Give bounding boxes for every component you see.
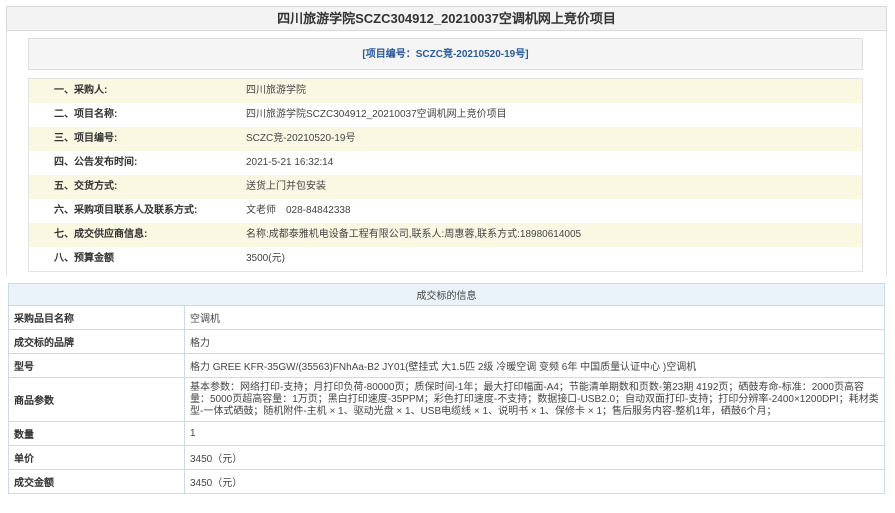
table-row: 型号 格力 GREE KFR-35GW/(35563)FNhAa-B2 JY01… [8, 353, 885, 378]
info-row-contact: 六、采购项目联系人及联系方式: 文老师 028-84842338 [29, 199, 862, 223]
announcement-page: 四川旅游学院SCZC304912_20210037空调机网上竞价项目 [项目编号… [0, 0, 895, 513]
info-row-purchaser: 一、采购人: 四川旅游学院 [29, 79, 862, 103]
table-row: 成交金额 3450（元） [8, 469, 885, 494]
info-value: 3500(元) [246, 253, 285, 264]
row-label: 成交标的品牌 [8, 329, 185, 354]
info-label: 四、公告发布时间: [54, 157, 138, 168]
table-row: 商品参数 基本参数：网络打印-支持；月打印负荷-80000页；质保时间-1年；最… [8, 377, 885, 422]
info-value: 名称:成都泰雅机电设备工程有限公司,联系人:周惠蓉,联系方式:189806140… [246, 229, 582, 240]
info-label: 二、项目名称: [54, 109, 118, 120]
page-title: 四川旅游学院SCZC304912_20210037空调机网上竞价项目 [6, 6, 887, 31]
info-value: SCZC竞-20210520-19号 [246, 133, 356, 144]
info-value: 2021-5-21 16:32:14 [246, 157, 334, 168]
row-label: 商品参数 [8, 377, 185, 422]
row-value: 空调机 [184, 305, 885, 330]
info-row-supplier: 七、成交供应商信息: 名称:成都泰雅机电设备工程有限公司,联系人:周惠蓉,联系方… [29, 223, 862, 247]
table-row: 单价 3450（元） [8, 445, 885, 470]
info-value: 四川旅游学院SCZC304912_20210037空调机网上竞价项目 [246, 109, 507, 120]
info-row-project-number: 三、项目编号: SCZC竞-20210520-19号 [29, 127, 862, 151]
row-label: 采购品目名称 [8, 305, 185, 330]
row-label: 型号 [8, 353, 185, 378]
project-number-banner: [项目编号：SCZC竞-20210520-19号] [28, 38, 863, 70]
info-label: 三、项目编号: [54, 133, 118, 144]
row-value: 格力 [184, 329, 885, 354]
deal-table-header-row: 成交标的信息 [8, 283, 885, 306]
row-value: 1 [184, 421, 885, 446]
info-value: 送货上门并包安装 [246, 181, 326, 192]
table-row: 数量 1 [8, 421, 885, 446]
info-label: 八、预算金额 [54, 253, 114, 264]
table-row: 成交标的品牌 格力 [8, 329, 885, 354]
info-row-publish-time: 四、公告发布时间: 2021-5-21 16:32:14 [29, 151, 862, 175]
deal-table-header: 成交标的信息 [8, 283, 885, 306]
info-label: 五、交货方式: [54, 181, 118, 192]
info-label: 一、采购人: [54, 85, 108, 96]
product-params-text: 基本参数：网络打印-支持；月打印负荷-80000页；质保时间-1年；最大打印幅面… [190, 381, 879, 417]
row-label: 数量 [8, 421, 185, 446]
info-row-budget: 八、预算金额 3500(元) [29, 247, 862, 271]
info-value: 四川旅游学院 [246, 85, 306, 96]
info-label: 六、采购项目联系人及联系方式: [54, 205, 198, 216]
table-row: 采购品目名称 空调机 [8, 305, 885, 330]
row-value: 基本参数：网络打印-支持；月打印负荷-80000页；质保时间-1年；最大打印幅面… [184, 377, 885, 422]
row-value: 3450（元） [184, 469, 885, 494]
project-info-table: 一、采购人: 四川旅游学院 二、项目名称: 四川旅游学院SCZC304912_2… [28, 78, 863, 272]
deal-info-table: 成交标的信息 采购品目名称 空调机 成交标的品牌 格力 型号 格力 GREE K… [8, 283, 885, 494]
info-label: 七、成交供应商信息: [54, 229, 148, 240]
row-value: 格力 GREE KFR-35GW/(35563)FNhAa-B2 JY01(壁挂… [184, 353, 885, 378]
info-row-project-name: 二、项目名称: 四川旅游学院SCZC304912_20210037空调机网上竞价… [29, 103, 862, 127]
row-label: 单价 [8, 445, 185, 470]
info-value: 文老师 028-84842338 [246, 205, 351, 216]
row-label: 成交金额 [8, 469, 185, 494]
info-row-delivery: 五、交货方式: 送货上门并包安装 [29, 175, 862, 199]
row-value: 3450（元） [184, 445, 885, 470]
